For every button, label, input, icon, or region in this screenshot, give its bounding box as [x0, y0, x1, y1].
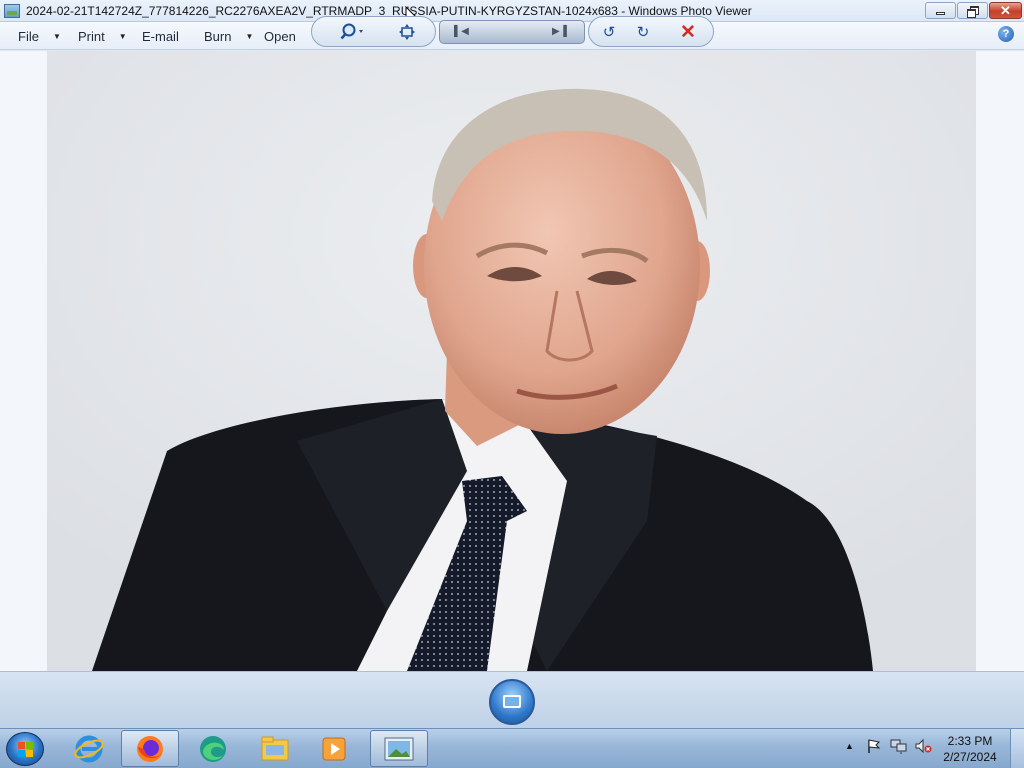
- show-hidden-icons-button[interactable]: ▲: [845, 741, 854, 751]
- restore-icon: [967, 6, 979, 18]
- slideshow-button[interactable]: [489, 679, 535, 725]
- close-button[interactable]: ✕: [989, 2, 1022, 19]
- delete-icon: ✕: [680, 21, 696, 43]
- taskbar-firefox[interactable]: [121, 730, 179, 767]
- close-icon: ✕: [1000, 3, 1011, 18]
- taskbar-photo-viewer[interactable]: [370, 730, 428, 767]
- rotate-clockwise-icon: ↻: [636, 24, 650, 41]
- menu-print-label: Print: [78, 28, 105, 44]
- internet-explorer-icon: [74, 735, 104, 762]
- help-icon[interactable]: ?: [998, 26, 1014, 42]
- chevron-down-icon: ▼: [52, 31, 61, 41]
- clock-time: 2:33 PM: [947, 734, 993, 748]
- zoom-icon: [340, 23, 363, 40]
- photo-viewer-icon: [384, 737, 414, 760]
- firefox-icon: [137, 735, 163, 762]
- menu-burn[interactable]: Burn ▼: [204, 28, 253, 44]
- taskbar-internet-explorer[interactable]: [60, 730, 118, 767]
- media-player-icon: [322, 737, 346, 760]
- next-button[interactable]: ▶▐: [552, 26, 567, 37]
- zoom-button[interactable]: [338, 22, 368, 42]
- volume-muted-icon: [915, 738, 932, 754]
- portrait-photo-image: [47, 51, 976, 671]
- chevron-down-icon: ▼: [245, 31, 254, 41]
- minimize-button[interactable]: [925, 2, 956, 19]
- volume-button[interactable]: [914, 738, 932, 757]
- rotate-counterclockwise-icon: ↺: [602, 24, 616, 41]
- menu-file-label: File: [18, 28, 39, 44]
- show-hidden-icons-icon: ▲: [845, 741, 854, 751]
- taskbar-media-player[interactable]: [305, 730, 363, 767]
- previous-button[interactable]: ▌◀: [454, 26, 469, 37]
- next-icon: ▶▐: [552, 26, 567, 37]
- displayed-photo: [47, 51, 976, 671]
- actual-size-icon: [399, 24, 415, 40]
- menu-open[interactable]: Open ▼: [264, 28, 318, 44]
- network-icon: [890, 739, 907, 754]
- rotate-clockwise-button[interactable]: ↻: [632, 22, 654, 42]
- rotate-counterclockwise-button[interactable]: ↺: [598, 22, 620, 42]
- taskbar-file-explorer[interactable]: [246, 730, 304, 767]
- title-bar: 2024-02-21T142724Z_777814226_RC2276AXEA2…: [0, 0, 1024, 22]
- slideshow-icon: [503, 695, 521, 708]
- file-explorer-icon: [261, 736, 289, 760]
- menu-print[interactable]: Print ▼: [78, 28, 127, 44]
- menu-email-label: E-mail: [142, 28, 179, 44]
- menu-burn-label: Burn: [204, 28, 232, 44]
- clock-date: 2/27/2024: [943, 750, 997, 764]
- action-center-flag-icon: [868, 739, 881, 753]
- actual-size-button[interactable]: [396, 22, 418, 42]
- previous-icon: ▌◀: [454, 26, 469, 37]
- show-desktop-button[interactable]: [1010, 729, 1024, 768]
- taskbar-edge[interactable]: [184, 730, 242, 767]
- minimize-icon: [936, 12, 945, 15]
- edge-icon: [200, 735, 226, 762]
- system-clock[interactable]: 2:33 PM 2/27/2024: [935, 733, 1005, 765]
- menu-file[interactable]: File ▼: [18, 28, 61, 44]
- delete-button[interactable]: ✕: [676, 21, 700, 43]
- menu-email[interactable]: E-mail: [142, 28, 179, 44]
- start-button[interactable]: [6, 732, 44, 766]
- photo-viewer-icon: [4, 4, 20, 18]
- network-button[interactable]: [890, 738, 908, 757]
- restore-button[interactable]: [957, 2, 988, 19]
- menu-open-label: Open: [264, 28, 296, 44]
- action-center-button[interactable]: [866, 738, 882, 757]
- windows-start-icon: [18, 742, 34, 758]
- chevron-down-icon: ▼: [118, 31, 127, 41]
